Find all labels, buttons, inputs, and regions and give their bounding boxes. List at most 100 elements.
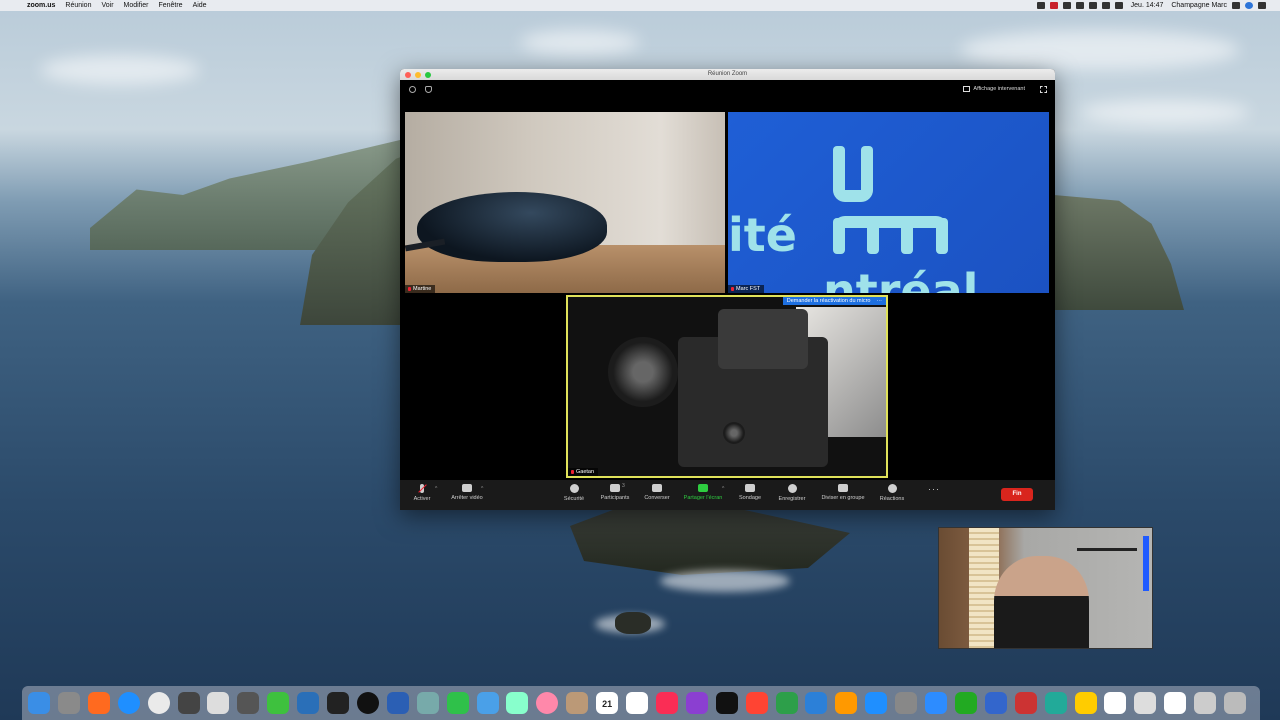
control-center-icon[interactable] [1258, 2, 1266, 9]
news-icon[interactable] [745, 692, 768, 714]
app-icon-2[interactable] [297, 692, 320, 714]
menu-modifier[interactable]: Modifier [124, 0, 149, 11]
keynote-icon[interactable] [805, 692, 828, 714]
app-icon[interactable] [237, 692, 260, 714]
stop-video-button[interactable]: Arrêter vidéo [443, 484, 491, 501]
app-icon-5[interactable] [566, 692, 589, 714]
siri-icon[interactable] [1245, 2, 1253, 9]
record-button[interactable]: Enregistrer [768, 484, 816, 502]
camera-lens [608, 337, 678, 407]
chevron-up-icon[interactable]: ^ [481, 486, 483, 492]
numbers-icon[interactable] [775, 692, 798, 714]
firefox-icon[interactable] [87, 692, 110, 714]
preview-icon[interactable] [207, 692, 230, 714]
cloud [40, 55, 200, 85]
terminal-icon[interactable] [327, 692, 350, 714]
word-icon[interactable] [386, 692, 409, 714]
bluetooth-icon[interactable] [1075, 2, 1084, 9]
chevron-up-icon[interactable]: ^ [722, 486, 724, 492]
share-screen-button[interactable]: Partager l'écran [679, 484, 727, 501]
menu-app-name[interactable]: zoom.us [27, 0, 55, 11]
safari-icon[interactable] [117, 692, 140, 714]
app-store-icon[interactable] [865, 692, 888, 714]
speaker-view-button[interactable]: Affichage intervenant [963, 86, 1025, 92]
folder-icon-3[interactable] [1164, 692, 1187, 714]
folder-icon-2[interactable] [1134, 692, 1157, 714]
smiley-icon [887, 484, 897, 493]
volume-icon[interactable] [1114, 2, 1123, 9]
reactions-label: Réactions [879, 496, 905, 502]
menu-voir[interactable]: Voir [101, 0, 113, 11]
record-status-icon[interactable] [1049, 2, 1058, 9]
unmute-request-banner[interactable]: Demander la réactivation du micro ··· [782, 297, 886, 305]
info-icon[interactable] [409, 86, 416, 93]
finder-icon[interactable] [28, 692, 50, 714]
share-screen-label: Partager l'écran [683, 495, 723, 501]
encryption-icon[interactable] [425, 86, 432, 93]
participants-button[interactable]: Participants [591, 484, 639, 501]
menu-fenetre[interactable]: Fenêtre [158, 0, 182, 11]
fullscreen-icon[interactable] [1040, 86, 1047, 93]
video-tile-marc[interactable]: ité ntréal Marc FST [728, 112, 1049, 293]
menu-aide[interactable]: Aide [193, 0, 207, 11]
photos-icon[interactable] [536, 692, 559, 714]
system-prefs-icon[interactable] [895, 692, 918, 714]
shield-icon [569, 484, 579, 493]
camtasia-icon[interactable] [267, 692, 290, 714]
app-icon-7[interactable] [984, 692, 1007, 714]
poll-icon [745, 484, 755, 492]
status-app-icon[interactable] [1036, 2, 1045, 9]
video-tile-martine[interactable]: Martine [405, 112, 725, 293]
reminders-icon[interactable] [626, 692, 649, 714]
zoom-icon[interactable] [925, 692, 948, 714]
folder-icon-4[interactable] [1194, 692, 1217, 714]
app-icon-3[interactable] [416, 692, 439, 714]
calendar-icon[interactable]: 21 [596, 692, 619, 714]
breakout-rooms-button[interactable]: Diviser en groupe [816, 484, 870, 501]
maps-icon[interactable] [506, 692, 529, 714]
airplay-icon[interactable] [1101, 2, 1110, 9]
launchpad-icon[interactable] [57, 692, 80, 714]
stop-video-label: Arrêter vidéo [451, 495, 483, 501]
sea-foam [660, 570, 790, 592]
breakout-rooms-label: Diviser en groupe [821, 495, 865, 501]
poll-button[interactable]: Sondage [726, 484, 774, 501]
record-label: Enregistrer [778, 496, 806, 502]
title-bar[interactable]: Réunion Zoom [400, 69, 1055, 80]
reactions-button[interactable]: Réactions [868, 484, 916, 502]
computer-mouse-image [417, 192, 607, 262]
obs-icon[interactable] [356, 692, 379, 714]
more-button[interactable]: ··· [928, 484, 940, 494]
folder-icon[interactable] [1104, 692, 1127, 714]
user-name[interactable]: Champagne Marc [1171, 2, 1227, 9]
chevron-up-icon[interactable]: ^ [435, 486, 437, 492]
end-meeting-button[interactable]: Fin [1001, 488, 1033, 501]
podcasts-icon[interactable] [685, 692, 708, 714]
status-app-icon-2[interactable] [1062, 2, 1071, 9]
unmute-request-more-icon[interactable]: ··· [877, 298, 883, 304]
unmute-button[interactable]: Activer [400, 484, 446, 502]
video-tile-gaetan[interactable]: Demander la réactivation du micro ··· Ga… [566, 295, 888, 478]
menu-reunion[interactable]: Réunion [65, 0, 91, 11]
meeting-top-bar: Affichage intervenant [400, 80, 1055, 100]
camera-knob [723, 422, 745, 444]
app-icon-6[interactable] [954, 692, 977, 714]
status-area: Jeu. 14:47 Champagne Marc [1036, 0, 1266, 11]
muted-mic-icon [420, 484, 424, 493]
app-icon-8[interactable] [1014, 692, 1037, 714]
pages-icon[interactable] [835, 692, 858, 714]
unmute-request-label[interactable]: Demander la réactivation du micro [787, 298, 871, 304]
chrome-icon[interactable] [147, 692, 170, 714]
trash-icon[interactable] [1224, 692, 1247, 714]
app-icon-9[interactable] [1044, 692, 1067, 714]
wifi-icon[interactable] [1088, 2, 1097, 9]
messages-icon[interactable] [446, 692, 469, 714]
chat-button[interactable]: Converser [633, 484, 681, 501]
tv-icon[interactable] [715, 692, 738, 714]
clock[interactable]: Jeu. 14:47 [1131, 2, 1164, 9]
music-icon[interactable] [655, 692, 678, 714]
spotlight-icon[interactable] [1232, 2, 1240, 9]
final-cut-icon[interactable] [177, 692, 200, 714]
app-icon-10[interactable] [1074, 692, 1097, 714]
app-icon-4[interactable] [476, 692, 499, 714]
